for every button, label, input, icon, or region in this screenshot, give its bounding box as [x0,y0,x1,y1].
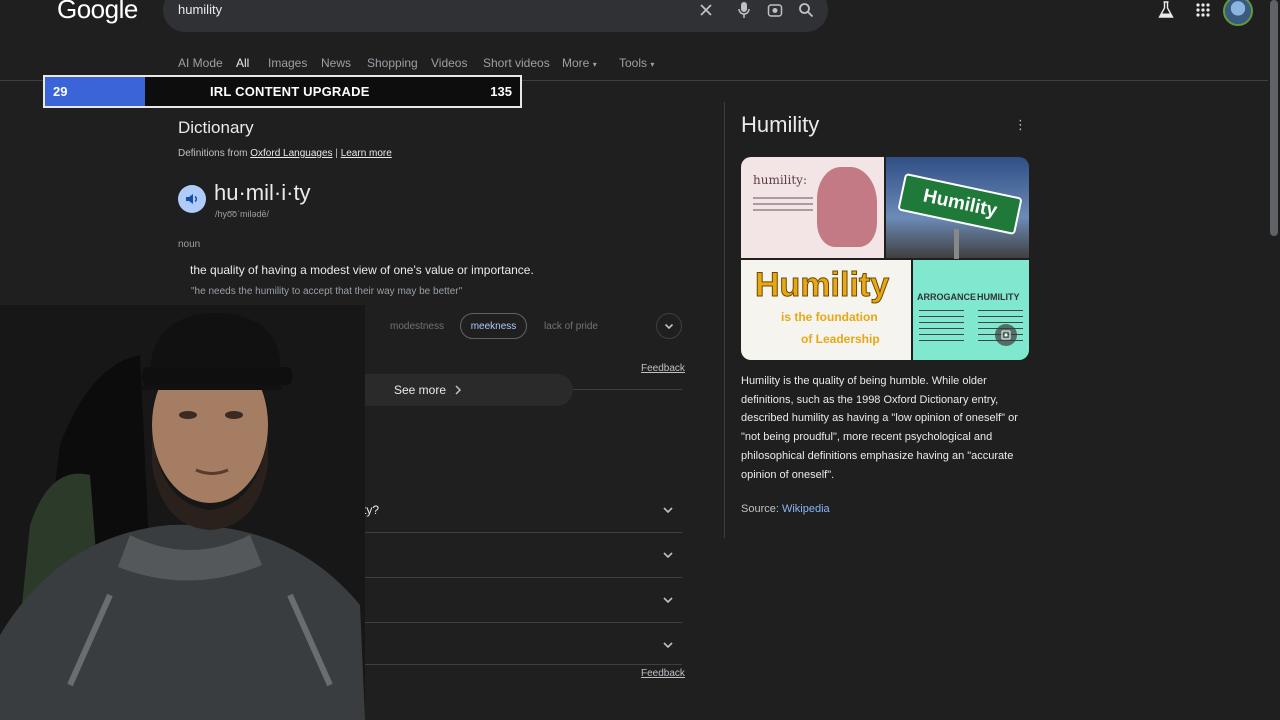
synonym-chip-lack-of-pride[interactable]: lack of pride [537,313,605,339]
chevron-down-icon[interactable] [661,638,675,652]
phonetic-spelling: /hyo͞oˈmilədē/ [215,209,270,219]
tab-ai-mode[interactable]: AI Mode [178,56,223,70]
learn-more-link[interactable]: Learn more [341,148,392,159]
speaker-icon [186,194,197,204]
chevron-down-icon[interactable] [661,548,675,562]
image-search-icon[interactable] [995,324,1017,346]
tab-tools-label: Tools [619,56,648,70]
goal-current-count: 29 [53,84,68,99]
sign-post [954,229,959,259]
microphone-icon[interactable] [733,0,755,20]
text-lines-decoration [753,197,813,199]
tab-more-label: More [562,56,590,70]
tab-shopping[interactable]: Shopping [367,56,418,70]
oxford-languages-link[interactable]: Oxford Languages [250,148,332,159]
apps-grid-icon[interactable] [1192,0,1214,20]
image-humility-definition[interactable]: humility: [741,157,884,258]
knowledge-panel-title: Humility [741,112,820,137]
goal-target-count: 135 [490,84,512,99]
chevron-down-icon [664,323,674,330]
knowledge-panel-divider [724,102,725,538]
chevron-right-icon [455,385,462,395]
pronunciation-speaker-button[interactable] [178,185,206,213]
knowledge-panel-source: Source: Wikipedia [741,503,830,515]
image-right-label: HUMILITY [977,292,1020,302]
tab-images[interactable]: Images [268,56,307,70]
more-options-icon[interactable]: ⋮ [1014,117,1027,133]
image-subtitle-1: is the foundation [781,310,878,324]
text-lines-decoration [919,310,964,311]
image-humility-road-sign[interactable]: Humility [886,157,1029,259]
google-logo[interactable]: Google [57,0,138,25]
goal-title: IRL CONTENT UPGRADE [210,84,370,99]
synonyms-expand-button[interactable] [656,313,682,339]
tab-videos[interactable]: Videos [431,56,467,70]
image-left-label: ARROGANCE [917,292,977,302]
image-humility-leadership[interactable]: Humility is the foundation of Leadership [741,260,911,360]
caret-down-icon: ▾ [650,60,655,69]
tab-tools[interactable]: Tools ▾ [619,56,654,70]
tab-short-videos[interactable]: Short videos [483,56,550,70]
road-sign: Humility [897,172,1023,236]
labs-flask-icon[interactable] [1155,0,1177,20]
scrollbar-thumb[interactable] [1270,0,1278,236]
example-sentence: "he needs the humility to accept that th… [191,286,463,297]
image-subtitle-2: of Leadership [801,332,880,346]
source-prefix: Definitions from [178,148,248,159]
knowledge-panel-images[interactable]: humility: Humility Humility is the found… [741,157,1029,360]
account-avatar[interactable] [1223,0,1253,26]
knowledge-panel-description: Humility is the quality of being humble.… [741,375,1018,481]
wikipedia-link[interactable]: Wikipedia [782,503,830,515]
definition-text: the quality of having a modest view of o… [190,263,534,277]
search-icon[interactable] [795,0,817,20]
image-arrogance-vs-humility[interactable]: ARROGANCE HUMILITY [913,260,1029,360]
dictionary-feedback-link[interactable]: Feedback [641,363,685,374]
camera-lens-icon[interactable] [764,0,786,20]
tab-all[interactable]: All [236,56,249,70]
chevron-down-icon[interactable] [661,593,675,607]
dictionary-headword: hu·mil·i·ty [214,180,311,205]
source-label: Source: [741,503,779,515]
see-more-label: See more [393,383,447,397]
synonym-chip-meekness[interactable]: meekness [460,313,527,339]
chevron-down-icon[interactable] [661,503,675,517]
beaver-silhouette [817,167,877,247]
tab-more[interactable]: More ▾ [562,56,597,70]
dictionary-source: Definitions from Oxford Languages | Lear… [178,148,392,159]
caret-down-icon: ▾ [592,60,597,69]
stream-goal-banner: 29 IRL CONTENT UPGRADE 135 [43,75,522,108]
image-title: Humility [754,266,890,305]
clear-search-icon[interactable] [695,0,717,20]
sign-text: Humility [921,185,999,222]
tab-news[interactable]: News [321,56,351,70]
synonym-chip-modestness[interactable]: modestness [382,313,452,339]
search-box[interactable] [163,0,828,32]
image-caption: humility: [753,173,807,187]
dictionary-title: Dictionary [178,118,254,137]
webcam-feed [0,305,365,720]
search-input[interactable]: humility [178,2,222,17]
part-of-speech: noun [178,239,201,250]
paa-feedback-link[interactable]: Feedback [641,668,685,679]
